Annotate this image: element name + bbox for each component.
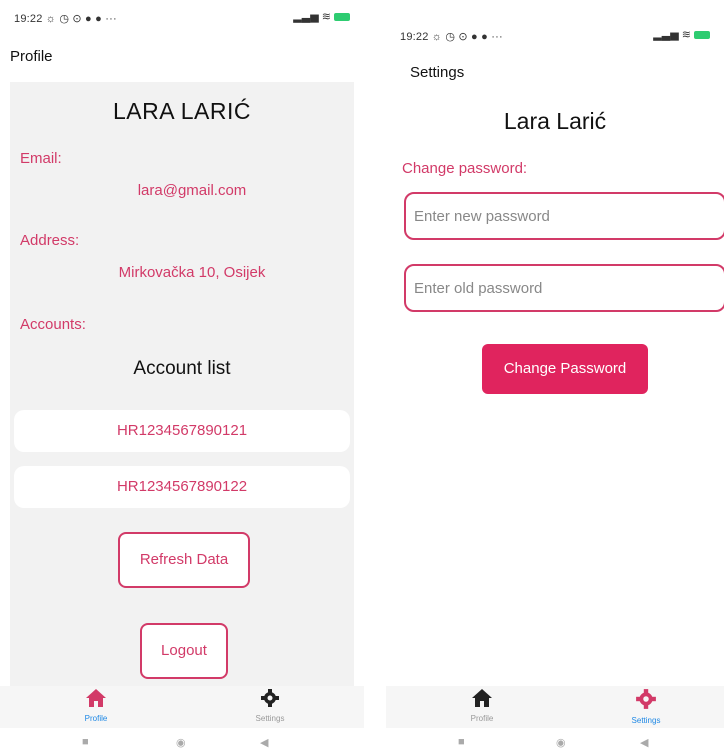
bottom-navigation: Profile Settings	[386, 686, 724, 728]
system-nav-bar: ■ ◉ ◀	[386, 732, 724, 754]
home-icon	[472, 689, 492, 707]
status-bar: 19:22 ☼ ◷ ⊙ ● ● ··· ▂▃▅ ≋	[0, 0, 364, 34]
address-value: Mirkovačka 10, Osijek	[118, 264, 266, 281]
system-nav-bar: ■ ◉ ◀	[0, 732, 364, 754]
battery-icon	[694, 31, 710, 40]
settings-screen: 19:22 ☼ ◷ ⊙ ● ● ··· ▂▃▅ ≋ Settings Lara …	[386, 0, 724, 754]
tab-settings[interactable]: Settings	[230, 688, 310, 723]
new-password-field[interactable]	[404, 192, 724, 240]
logout-button[interactable]: Logout	[140, 623, 228, 679]
tab-settings[interactable]: Settings	[606, 688, 686, 725]
user-name: LARA LARIĆ	[113, 98, 251, 124]
change-password-label: Change password:	[402, 160, 528, 177]
profile-content: LARA LARIĆ Email: lara@gmail.com Address…	[10, 82, 354, 688]
page-title: Settings	[410, 64, 465, 81]
home-icon	[86, 689, 106, 707]
email-value: lara@gmail.com	[137, 182, 247, 199]
back-icon[interactable]: ◀	[640, 736, 648, 749]
user-name: Lara Larić	[503, 108, 607, 134]
bottom-navigation: Profile Settings	[0, 686, 364, 728]
account-list-title: Account list	[133, 358, 231, 379]
page-title: Profile	[10, 48, 53, 65]
change-password-button[interactable]: Change Password	[482, 344, 648, 394]
tab-settings-label: Settings	[631, 716, 661, 725]
refresh-data-button[interactable]: Refresh Data	[118, 532, 250, 588]
recent-apps-icon[interactable]: ■	[82, 736, 89, 748]
accounts-label: Accounts:	[20, 316, 86, 333]
home-button-icon[interactable]: ◉	[556, 736, 566, 749]
recent-apps-icon[interactable]: ■	[458, 736, 465, 748]
tab-profile-label: Profile	[84, 714, 108, 723]
tab-profile-label: Profile	[470, 714, 494, 723]
tab-settings-label: Settings	[255, 714, 285, 723]
status-icons: ▂▃▅ ≋	[293, 10, 350, 23]
address-label: Address:	[20, 232, 80, 249]
tab-profile[interactable]: Profile	[56, 688, 136, 723]
gear-icon	[261, 689, 279, 707]
back-icon[interactable]: ◀	[260, 736, 268, 749]
home-button-icon[interactable]: ◉	[176, 736, 186, 749]
status-time: 19:22 ☼ ◷ ⊙ ● ● ···	[14, 13, 117, 25]
tab-profile[interactable]: Profile	[442, 688, 522, 723]
profile-screen: 19:22 ☼ ◷ ⊙ ● ● ··· ▂▃▅ ≋ Profile LARA L…	[0, 0, 364, 754]
status-icons: ▂▃▅ ≋	[653, 28, 710, 41]
old-password-field[interactable]	[404, 264, 724, 312]
status-time: 19:22 ☼ ◷ ⊙ ● ● ···	[400, 31, 503, 43]
account-item[interactable]: HR1234567890121	[14, 410, 350, 452]
battery-icon	[334, 13, 350, 22]
gear-icon	[636, 689, 656, 709]
account-item[interactable]: HR1234567890122	[14, 466, 350, 508]
status-bar: 19:22 ☼ ◷ ⊙ ● ● ··· ▂▃▅ ≋	[386, 18, 724, 52]
email-label: Email:	[20, 150, 62, 167]
